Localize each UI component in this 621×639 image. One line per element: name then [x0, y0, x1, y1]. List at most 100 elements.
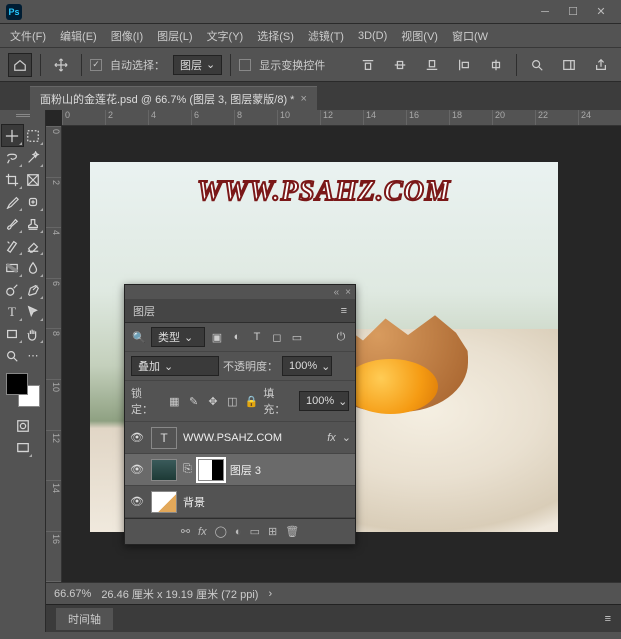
document-tab[interactable]: 面粉山的金莲花.psd @ 66.7% (图层 3, 图层蒙版/8) * ×	[30, 86, 317, 110]
collapse-icon[interactable]: «	[334, 287, 340, 298]
healing-tool[interactable]	[23, 191, 44, 212]
panel-close-icon[interactable]: ×	[345, 287, 351, 298]
lock-pos-icon[interactable]: ✥	[205, 393, 220, 409]
rectangle-tool[interactable]	[2, 323, 23, 344]
align-top-icon[interactable]	[356, 53, 380, 77]
color-swatch[interactable]	[6, 373, 40, 407]
menu-3d[interactable]: 3D(D)	[352, 27, 393, 45]
filter-kind-select[interactable]: 类型⌄	[151, 327, 205, 347]
maximize-button[interactable]: ☐	[559, 2, 587, 22]
menu-select[interactable]: 选择(S)	[251, 25, 300, 47]
adjustment-icon[interactable]: ◐	[235, 526, 242, 538]
panel-grip-icon[interactable]	[16, 114, 30, 122]
frame-tool[interactable]	[23, 169, 44, 190]
fx-icon[interactable]: fx	[198, 526, 207, 538]
show-transform-checkbox[interactable]	[239, 59, 251, 71]
pen-tool[interactable]	[23, 279, 44, 300]
menu-file[interactable]: 文件(F)	[4, 25, 52, 47]
lasso-tool[interactable]	[2, 147, 23, 168]
group-icon[interactable]: ▭	[250, 525, 260, 538]
panel-menu-icon[interactable]: ≡	[341, 305, 347, 317]
share-icon[interactable]	[589, 53, 613, 77]
zoom-tool[interactable]	[2, 345, 23, 366]
close-tab-icon[interactable]: ×	[300, 93, 306, 105]
search-icon[interactable]	[525, 53, 549, 77]
workspace-icon[interactable]	[557, 53, 581, 77]
layer-mask-thumb[interactable]	[198, 459, 224, 481]
auto-select-target[interactable]: 图层⌄	[173, 55, 222, 75]
path-select-tool[interactable]	[23, 301, 44, 322]
filter-search-icon[interactable]: 🔍	[131, 329, 147, 345]
opacity-input[interactable]: 100%⌄	[282, 356, 332, 376]
fill-input[interactable]: 100%⌄	[299, 391, 349, 411]
move-tool[interactable]	[2, 125, 23, 146]
filter-toggle-icon[interactable]: ⏻	[333, 329, 349, 345]
hand-tool[interactable]	[23, 323, 44, 344]
align-hcenter-icon[interactable]	[484, 53, 508, 77]
new-layer-icon[interactable]: ⊞	[268, 525, 277, 538]
align-vcenter-icon[interactable]	[388, 53, 412, 77]
visibility-icon[interactable]: 👁	[129, 463, 145, 476]
history-brush-tool[interactable]	[2, 235, 23, 256]
layers-tab[interactable]: 图层	[133, 303, 155, 319]
layer-name[interactable]: 图层 3	[230, 462, 351, 478]
eyedropper-tool[interactable]	[2, 191, 23, 212]
delete-icon[interactable]: 🗑	[285, 525, 299, 538]
lock-all-icon[interactable]: 🔒	[244, 393, 259, 409]
foreground-color[interactable]	[6, 373, 28, 395]
type-tool[interactable]: T	[2, 301, 23, 322]
move-tool-indicator[interactable]	[49, 53, 73, 77]
zoom-value[interactable]: 66.67%	[54, 588, 91, 600]
layer-name[interactable]: 背景	[183, 494, 351, 510]
marquee-tool[interactable]	[23, 125, 44, 146]
menu-type[interactable]: 文字(Y)	[201, 25, 250, 47]
close-button[interactable]: ✕	[587, 2, 615, 22]
magic-wand-tool[interactable]	[23, 147, 44, 168]
layer-row-bg[interactable]: 👁 背景	[125, 486, 355, 518]
overflow-tool[interactable]: ⋯	[23, 345, 44, 366]
lock-paint-icon[interactable]: ✎	[186, 393, 201, 409]
stamp-tool[interactable]	[23, 213, 44, 234]
align-left-icon[interactable]	[452, 53, 476, 77]
minimize-button[interactable]: ─	[531, 2, 559, 22]
menu-window[interactable]: 窗口(W	[446, 25, 494, 47]
menu-view[interactable]: 视图(V)	[395, 25, 444, 47]
chevron-down-icon[interactable]: ⌄	[342, 431, 351, 444]
blend-mode-select[interactable]: 叠加⌄	[131, 356, 219, 376]
brush-tool[interactable]	[2, 213, 23, 234]
visibility-icon[interactable]: 👁	[129, 431, 145, 444]
align-bottom-icon[interactable]	[420, 53, 444, 77]
fx-badge[interactable]: fx	[327, 432, 336, 444]
canvas-area[interactable]: 024681012141618202224 024681012141618 WW…	[46, 110, 621, 632]
timeline-tab[interactable]: 时间轴	[56, 608, 113, 630]
filter-type-icon[interactable]: T	[249, 329, 265, 345]
quickmask-tool[interactable]	[12, 415, 33, 436]
layers-panel[interactable]: « × 图层 ≡ 🔍 类型⌄ ▣ ◐ T ◻ ▭ ⏻ 叠加⌄ 不透明度： 100…	[124, 284, 356, 545]
auto-select-checkbox[interactable]: ✓	[90, 59, 102, 71]
visibility-icon[interactable]: 👁	[129, 495, 145, 508]
filter-shape-icon[interactable]: ◻	[269, 329, 285, 345]
lock-artboard-icon[interactable]: ◫	[225, 393, 240, 409]
filter-adjust-icon[interactable]: ◐	[229, 329, 245, 345]
menu-image[interactable]: 图像(I)	[105, 25, 149, 47]
layer-row-text[interactable]: 👁 T WWW.PSAHZ.COM fx ⌄	[125, 422, 355, 454]
crop-tool[interactable]	[2, 169, 23, 190]
dodge-tool[interactable]	[2, 279, 23, 300]
menu-layer[interactable]: 图层(L)	[151, 25, 198, 47]
link-layers-icon[interactable]: ⚯	[181, 525, 190, 538]
menu-edit[interactable]: 编辑(E)	[54, 25, 103, 47]
home-button[interactable]	[8, 53, 32, 77]
blur-tool[interactable]	[23, 257, 44, 278]
layer-row-3[interactable]: 👁 ⎘ 图层 3	[125, 454, 355, 486]
gradient-tool[interactable]	[2, 257, 23, 278]
menu-filter[interactable]: 滤镜(T)	[302, 25, 350, 47]
timeline-menu-icon[interactable]: ≡	[605, 613, 611, 625]
filter-smart-icon[interactable]: ▭	[289, 329, 305, 345]
eraser-tool[interactable]	[23, 235, 44, 256]
lock-trans-icon[interactable]: ▦	[167, 393, 182, 409]
screenmode-tool[interactable]	[12, 437, 33, 458]
mask-icon[interactable]: ◯	[215, 525, 227, 538]
layer-name[interactable]: WWW.PSAHZ.COM	[183, 432, 321, 444]
status-chevron-icon[interactable]: ›	[268, 588, 272, 600]
filter-pixel-icon[interactable]: ▣	[209, 329, 225, 345]
